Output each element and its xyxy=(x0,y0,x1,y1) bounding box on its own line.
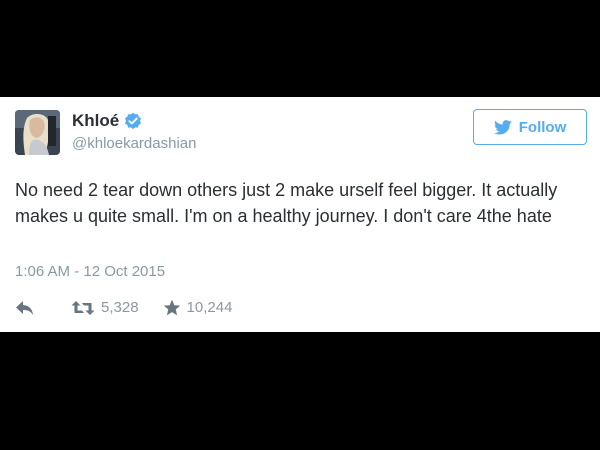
author-handle[interactable]: @khloekardashian xyxy=(72,135,196,153)
retweet-count: 5,328 xyxy=(101,299,139,316)
reply-icon xyxy=(16,301,33,315)
follow-button-label: Follow xyxy=(518,118,567,136)
twitter-bird-icon xyxy=(493,119,512,135)
star-icon xyxy=(163,299,180,316)
profile-photo xyxy=(15,110,60,155)
favorite-count: 10,244 xyxy=(186,299,233,316)
author-row: Khloé xyxy=(72,111,142,131)
tweet-card: Khloé @khloekardashian Follow No need 2 … xyxy=(0,97,600,332)
retweet-button[interactable]: 5,328 xyxy=(71,299,139,317)
favorite-button[interactable]: 10,244 xyxy=(163,299,233,317)
follow-button[interactable]: Follow xyxy=(473,109,587,145)
avatar[interactable] xyxy=(15,110,60,155)
tweet-actions: 5,328 10,244 xyxy=(15,297,232,319)
tweet-timestamp[interactable]: 1:06 AM - 12 Oct 2015 xyxy=(15,263,165,281)
retweet-icon xyxy=(71,301,95,315)
author-display-name[interactable]: Khloé xyxy=(72,111,119,131)
verified-badge-icon xyxy=(124,112,142,130)
tweet-text: No need 2 tear down others just 2 make u… xyxy=(15,180,558,226)
reply-button[interactable] xyxy=(15,300,35,316)
page: Khloé @khloekardashian Follow No need 2 … xyxy=(0,0,600,450)
